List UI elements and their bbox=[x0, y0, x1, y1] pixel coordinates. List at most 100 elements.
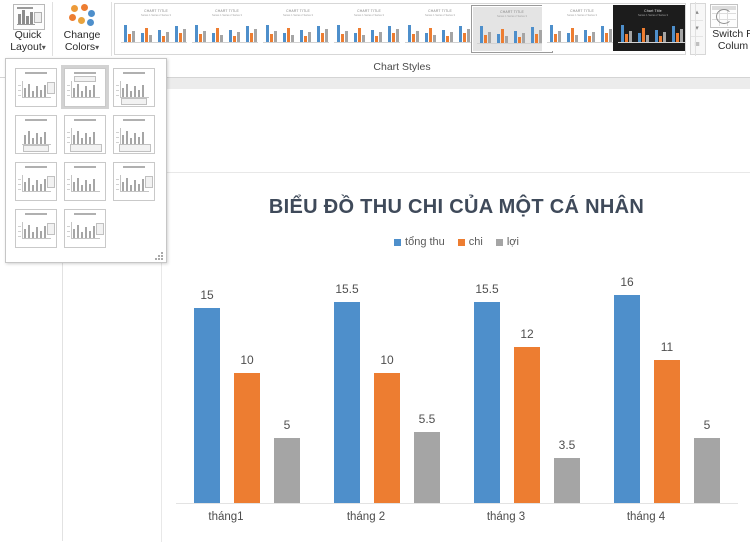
thumbnail-bar bbox=[141, 33, 144, 42]
thumbnail-bar bbox=[77, 224, 79, 238]
chart-style-thumbnail[interactable]: Chart Title Series 1 Series 2 Series 3 bbox=[613, 5, 685, 51]
quick-layout-label-line1: Quick bbox=[14, 29, 42, 41]
chart-bar[interactable]: 5.5 bbox=[414, 412, 440, 503]
thumbnail-bar bbox=[672, 26, 675, 42]
chart-legend[interactable]: tổng thu chi lợi bbox=[162, 236, 750, 248]
chart-title: BIỂU ĐỒ THU CHI CỦA MỘT CÁ NHÂN bbox=[268, 196, 645, 218]
thumbnail-bar bbox=[550, 25, 553, 42]
thumbnail-bar bbox=[629, 31, 632, 42]
quick-layout-button[interactable]: Quick Layout▾ bbox=[4, 2, 52, 56]
chart-style-thumbnail[interactable]: CHART TITLE Series 1 Series 2 Series 3 bbox=[542, 5, 622, 51]
thumbnail-bar bbox=[44, 84, 46, 97]
thumbnail-bar bbox=[128, 34, 131, 42]
legend-item-3[interactable]: lợi bbox=[495, 236, 519, 248]
quick-layout-option[interactable] bbox=[61, 206, 109, 250]
chart-style-thumbnail-title: CHART TITLE bbox=[570, 9, 594, 13]
thumbnail-bar bbox=[28, 177, 30, 191]
thumbnail-bar bbox=[358, 28, 361, 42]
chart-object[interactable]: BIỂU ĐỒ THU CHI CỦA MỘT CÁ NHÂN tổng thu… bbox=[161, 172, 750, 542]
quick-layout-thumbnail bbox=[64, 208, 106, 248]
thumbnail-tick bbox=[116, 94, 119, 96]
quick-layout-option[interactable] bbox=[61, 112, 109, 156]
thumbnail-tick bbox=[116, 141, 119, 143]
chart-bar[interactable]: 3.5 bbox=[554, 438, 580, 503]
switch-row-column-button[interactable]: Switch R Colum bbox=[702, 2, 750, 58]
quick-layout-thumbnail bbox=[15, 114, 57, 154]
thumbnail-bar bbox=[44, 131, 46, 144]
chart-category-group: 16 11 5 bbox=[602, 269, 742, 503]
quick-layout-option[interactable] bbox=[110, 112, 158, 156]
chart-data-label: 16 bbox=[620, 275, 634, 289]
thumbnail-bar bbox=[392, 33, 395, 42]
thumbnail-bar bbox=[625, 34, 628, 42]
chart-plot-area: 15 10 5 15.5 10 5.5 15.5 12 3.5 16 11 5 bbox=[176, 269, 736, 503]
quick-layout-option[interactable] bbox=[110, 159, 158, 203]
thumbnail-bar bbox=[73, 181, 75, 191]
quick-layout-thumbnail bbox=[64, 67, 106, 107]
chart-style-thumbnail[interactable]: CHART TITLE Series 1 Series 2 Series 3 bbox=[258, 5, 338, 51]
thumbnail-bar bbox=[89, 183, 91, 191]
chart-bar[interactable]: 5 bbox=[694, 418, 720, 503]
legend-label: lợi bbox=[506, 236, 519, 248]
chart-data-label: 5.5 bbox=[418, 411, 436, 426]
chart-bar[interactable]: 10 bbox=[374, 353, 400, 503]
chart-style-thumbnail[interactable]: CHART TITLE Series 1 Series 2 Series 3 bbox=[187, 5, 267, 51]
chart-style-thumbnail[interactable]: CHART TITLE Series 1 Series 2 Series 3 bbox=[329, 5, 409, 51]
thumbnail-bar bbox=[40, 136, 42, 144]
quick-layout-label-line2-wrap: Layout▾ bbox=[4, 41, 52, 54]
chart-style-thumbnail[interactable]: CHART TITLE Series 1 Series 2 Series 3 bbox=[116, 5, 196, 51]
chart-category-axis-line bbox=[176, 503, 738, 504]
thumbnail-axis-line bbox=[405, 42, 476, 43]
chart-category-label: tháng1 bbox=[208, 511, 244, 523]
chart-bar[interactable]: 15 bbox=[194, 288, 220, 503]
legend-item-1[interactable]: tổng thu bbox=[394, 236, 445, 248]
chart-bar[interactable]: 15.5 bbox=[334, 282, 360, 503]
change-colors-button[interactable]: Change Colors▾ bbox=[55, 2, 109, 56]
thumbnail-tick bbox=[18, 183, 21, 185]
thumbnail-bar bbox=[73, 87, 75, 97]
thumbnail-bar bbox=[179, 33, 182, 42]
chart-bar[interactable]: 11 bbox=[654, 340, 680, 503]
chart-bar[interactable]: 10 bbox=[234, 353, 260, 503]
thumbnail-value-axis bbox=[120, 80, 121, 98]
quick-layout-option[interactable] bbox=[12, 65, 60, 109]
chart-bar[interactable]: 15.5 bbox=[474, 282, 500, 503]
quick-layout-thumbnail bbox=[15, 67, 57, 107]
chart-bar[interactable]: 12 bbox=[514, 327, 540, 503]
quick-layout-option[interactable] bbox=[61, 65, 109, 109]
quick-layout-option[interactable] bbox=[12, 112, 60, 156]
chart-data-label: 5 bbox=[703, 418, 711, 432]
chart-data-label: 15.5 bbox=[335, 281, 359, 296]
thumbnail-bar bbox=[93, 131, 95, 144]
thumbnail-bar bbox=[36, 85, 38, 97]
resize-grip-icon[interactable] bbox=[155, 252, 163, 260]
chart-style-thumbnail[interactable]: CHART TITLE Series 1 Series 2 Series 3 bbox=[400, 5, 480, 51]
thumbnail-bar bbox=[220, 35, 223, 42]
quick-layout-option[interactable] bbox=[12, 206, 60, 250]
chart-data-label: 12 bbox=[520, 327, 534, 341]
chart-style-thumbnail[interactable]: CHART TITLE Series 1 Series 2 Series 3 bbox=[471, 5, 553, 53]
quick-layout-option[interactable] bbox=[12, 159, 60, 203]
thumbnail-bar bbox=[337, 25, 340, 42]
chart-bar[interactable]: 16 bbox=[614, 275, 640, 503]
quick-layout-option[interactable] bbox=[61, 159, 109, 203]
thumbnail-legend bbox=[47, 81, 55, 94]
thumbnail-legend bbox=[47, 222, 55, 235]
thumbnail-axis-line bbox=[618, 42, 685, 43]
thumbnail-bar bbox=[142, 178, 144, 191]
thumbnail-tick bbox=[18, 230, 21, 232]
thumbnail-bar bbox=[518, 37, 521, 43]
chart-style-thumbnail-subtitle: Series 1 Series 2 Series 3 bbox=[638, 14, 668, 17]
chart-styles-gallery[interactable]: CHART TITLE Series 1 Series 2 Series 3 CHA… bbox=[114, 3, 686, 55]
thumbnail-bar bbox=[195, 25, 198, 42]
quick-layout-option[interactable] bbox=[110, 65, 158, 109]
legend-item-2[interactable]: chi bbox=[457, 236, 483, 248]
thumbnail-bar bbox=[183, 29, 186, 42]
thumbnail-bar bbox=[601, 26, 604, 42]
chart-bar[interactable]: 5 bbox=[274, 418, 300, 503]
thumbnail-title-bar bbox=[123, 118, 145, 121]
quick-layout-dropdown[interactable] bbox=[5, 58, 167, 263]
change-colors-icon bbox=[67, 4, 97, 28]
thumbnail-bar bbox=[663, 32, 666, 42]
thumbnail-title-bar bbox=[74, 165, 96, 168]
